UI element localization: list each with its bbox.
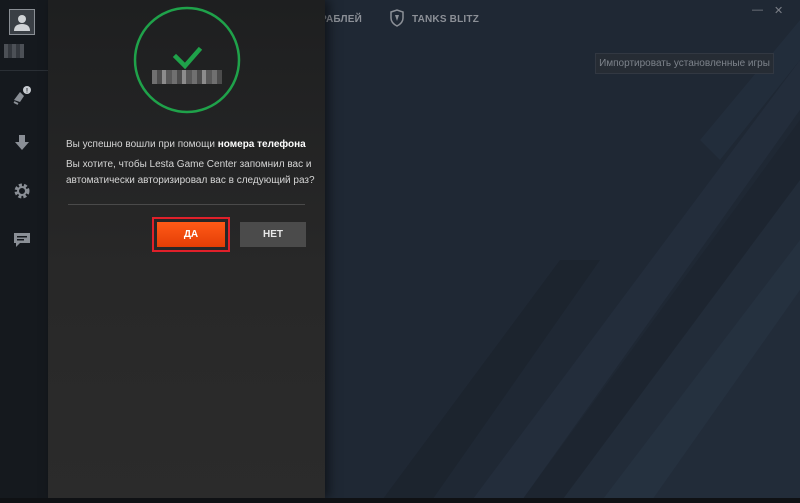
- close-button[interactable]: ✕: [774, 4, 783, 17]
- minimize-button[interactable]: —: [752, 4, 763, 16]
- sidebar-divider: [0, 70, 48, 71]
- username-blurred: [4, 44, 24, 58]
- login-success-dialog: Вы успешно вошли при помощи номера телеф…: [48, 0, 325, 498]
- success-message-text: Вы успешно вошли при помощи: [66, 139, 218, 150]
- svg-text:!: !: [26, 89, 28, 95]
- user-icon: [14, 15, 30, 31]
- avatar[interactable]: [9, 9, 35, 35]
- no-button[interactable]: НЕТ: [240, 222, 306, 247]
- yes-button[interactable]: ДА: [157, 222, 225, 247]
- chat-icon[interactable]: [12, 230, 32, 250]
- username-blurred: [152, 70, 222, 84]
- success-message: Вы успешно вошли при помощи номера телеф…: [66, 139, 316, 150]
- download-icon[interactable]: [12, 133, 32, 153]
- game-center-window: ОРАБЛЕЙ TANKS BLITZ — ✕ Импортировать ус…: [0, 0, 800, 503]
- bottom-bar: [0, 498, 800, 503]
- import-installed-games-button[interactable]: Импортировать установленные игры: [595, 53, 774, 74]
- success-check-icon: [133, 6, 241, 114]
- settings-icon[interactable]: [12, 181, 32, 201]
- remember-question: Вы хотите, чтобы Lesta Game Center запом…: [66, 159, 315, 186]
- tanks-blitz-icon: [388, 9, 406, 27]
- sidebar: !: [0, 0, 49, 498]
- success-message-method: номера телефона: [217, 139, 306, 150]
- dialog-divider: [68, 204, 305, 205]
- news-icon[interactable]: !: [12, 86, 32, 106]
- tab-tanks-blitz[interactable]: TANKS BLITZ: [412, 14, 479, 25]
